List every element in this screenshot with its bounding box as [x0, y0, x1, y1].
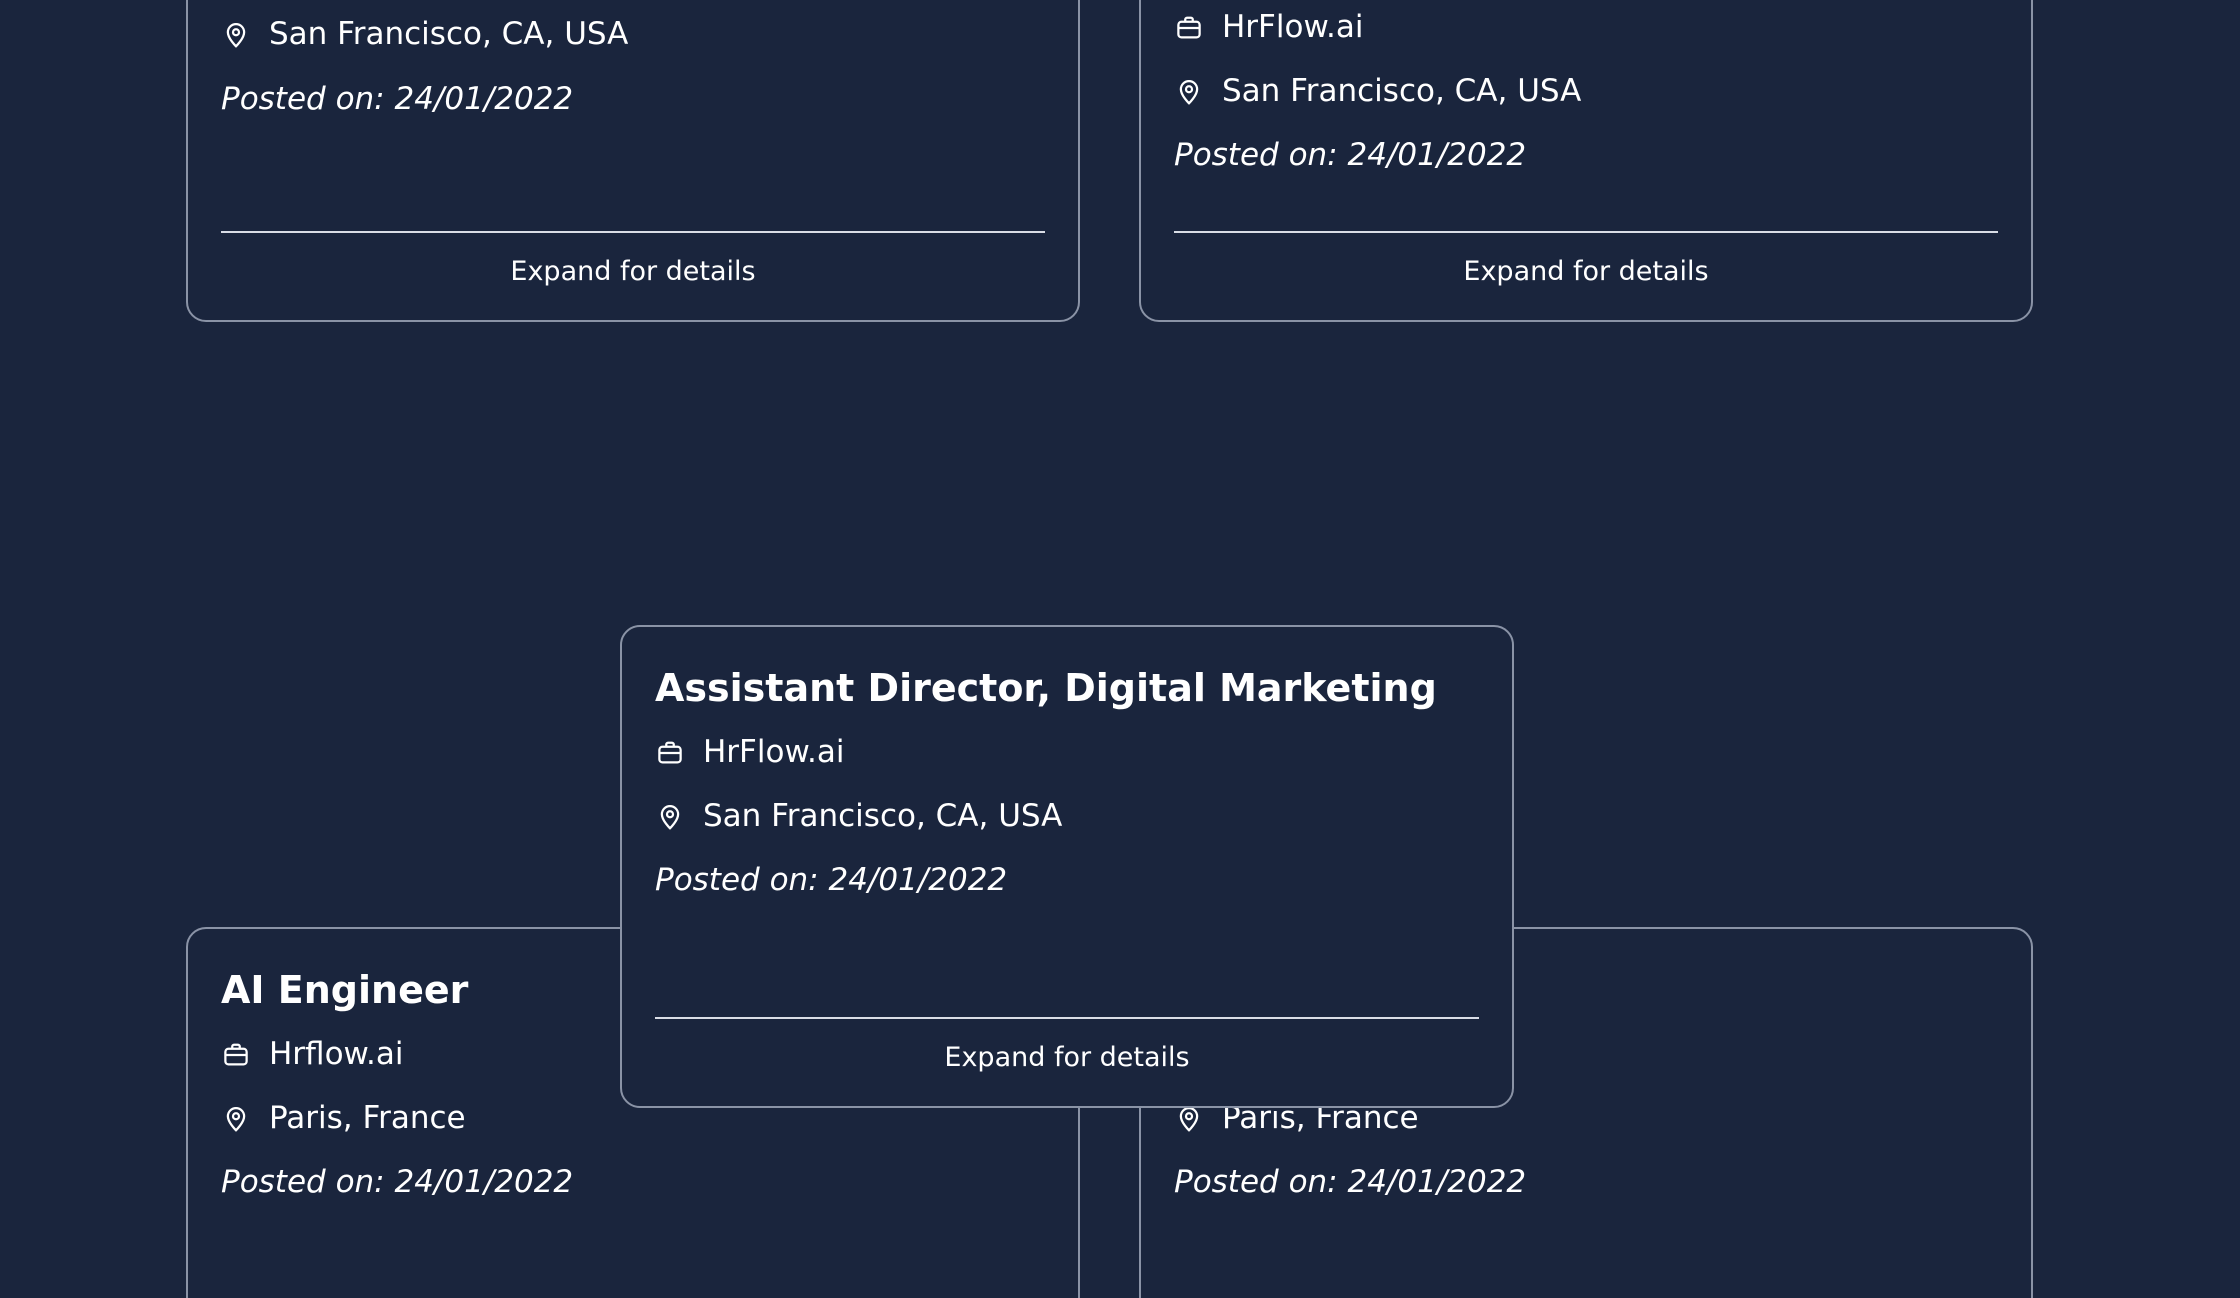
job-location-row: San Francisco, CA, USA [655, 801, 1062, 832]
job-company: HrFlow.ai [1222, 9, 1364, 45]
map-pin-icon [221, 20, 251, 50]
job-posted-date: Posted on: 24/01/2022 [1174, 137, 1527, 173]
job-location-row: San Francisco, CA, USA [221, 19, 628, 50]
job-location: Paris, France [269, 1100, 466, 1136]
job-company: HrFlow.ai [703, 734, 845, 770]
job-card-highlighted[interactable]: Assistant Director, Digital Marketing Hr… [620, 625, 1514, 1108]
job-posted-date: Posted on: 24/01/2022 [1174, 1164, 1527, 1200]
expand-details-link[interactable]: Expand for details [622, 1044, 1512, 1071]
job-company-row: HrFlow.ai [1174, 12, 1363, 43]
expand-details-link[interactable]: Expand for details [188, 258, 1078, 285]
briefcase-icon [655, 738, 685, 768]
job-posted-date: Posted on: 24/01/2022 [221, 1164, 574, 1200]
job-location: San Francisco, CA, USA [1222, 73, 1582, 109]
card-divider [655, 1017, 1479, 1019]
job-posted-date: Posted on: 24/01/2022 [655, 862, 1008, 898]
job-card[interactable]: San Francisco, CA, USA Posted on: 24/01/… [186, 0, 1080, 322]
job-company-row: Hrflow.ai [221, 1039, 404, 1070]
job-title: AI Engineer [221, 968, 469, 1012]
briefcase-icon [1174, 13, 1204, 43]
map-pin-icon [655, 802, 685, 832]
job-card[interactable]: HrFlow.ai San Francisco, CA, USA Posted … [1139, 0, 2033, 322]
job-location-row: San Francisco, CA, USA [1174, 76, 1581, 107]
map-pin-icon [1174, 77, 1204, 107]
briefcase-icon [221, 1040, 251, 1070]
job-location: San Francisco, CA, USA [269, 16, 629, 52]
card-divider [1174, 231, 1998, 233]
card-divider [221, 231, 1045, 233]
map-pin-icon [1174, 1104, 1204, 1134]
job-location-row: Paris, France [221, 1103, 466, 1134]
expand-details-link[interactable]: Expand for details [1141, 258, 2031, 285]
job-company: Hrflow.ai [269, 1036, 404, 1072]
job-title: Assistant Director, Digital Marketing [655, 666, 1437, 710]
job-board-page: San Francisco, CA, USA Posted on: 24/01/… [0, 0, 2240, 1298]
job-posted-date: Posted on: 24/01/2022 [221, 81, 574, 117]
job-company-row: HrFlow.ai [655, 737, 844, 768]
job-location: San Francisco, CA, USA [703, 798, 1063, 834]
map-pin-icon [221, 1104, 251, 1134]
